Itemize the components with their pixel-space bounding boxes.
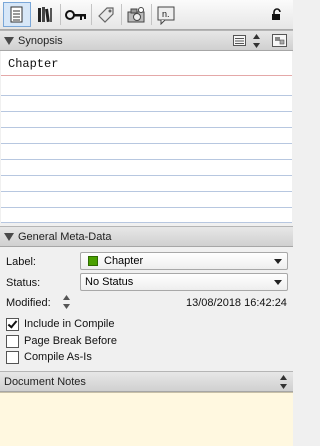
status-select[interactable]: No Status — [80, 273, 288, 291]
chevron-down-icon — [274, 259, 282, 264]
synopsis-header[interactable]: Synopsis — [0, 30, 293, 51]
label-caption: Label: — [6, 256, 36, 268]
custom-metadata-tab-button[interactable] — [92, 2, 120, 27]
comment-note-icon: n. — [157, 6, 175, 25]
card-margin-line — [1, 75, 292, 76]
include-in-compile-label[interactable]: Include in Compile — [24, 318, 115, 330]
status-caption: Status: — [6, 277, 41, 289]
document-notes-header[interactable]: Document Notes — [0, 371, 293, 392]
lock-button[interactable] — [263, 2, 291, 27]
synopsis-card[interactable]: Chapter — [1, 51, 292, 223]
page-break-before-label[interactable]: Page Break Before — [24, 335, 117, 347]
page-break-before-checkbox[interactable] — [6, 335, 19, 348]
status-select-value: No Status — [85, 276, 134, 288]
card-view-icon[interactable] — [233, 35, 246, 46]
lock-icon — [272, 7, 281, 20]
metadata-title: General Meta-Data — [18, 231, 112, 243]
comments-tab-button[interactable]: n. — [152, 2, 180, 27]
snapshots-tab-button[interactable] — [122, 2, 150, 27]
synopsis-card-text[interactable]: Chapter — [8, 57, 58, 71]
keywords-tab-button[interactable] — [62, 2, 90, 27]
label-select-value: Chapter — [104, 255, 144, 267]
books-icon — [38, 6, 52, 22]
collapse-triangle-icon[interactable] — [4, 37, 14, 45]
image-view-icon[interactable] — [272, 34, 287, 47]
checkmark-icon — [7, 318, 18, 329]
svg-text:n.: n. — [162, 9, 170, 19]
inspector-toolbar: n. — [0, 0, 293, 30]
index-card-icon — [10, 6, 23, 22]
synopsis-tab-button[interactable] — [3, 2, 31, 27]
key-icon — [65, 9, 86, 20]
chevron-down-icon — [274, 280, 282, 285]
document-notes-editor[interactable] — [0, 392, 293, 446]
label-color-swatch — [88, 256, 98, 266]
modified-caption: Modified: — [6, 297, 51, 309]
tag-icon — [98, 6, 114, 23]
collapse-triangle-icon[interactable] — [4, 233, 14, 241]
compile-as-is-label[interactable]: Compile As-Is — [24, 351, 92, 363]
compile-as-is-checkbox[interactable] — [6, 351, 19, 364]
up-down-arrows-icon[interactable] — [252, 33, 261, 49]
references-tab-button[interactable] — [31, 2, 59, 27]
include-in-compile-checkbox[interactable] — [6, 318, 19, 331]
label-select[interactable]: Chapter — [80, 252, 288, 270]
metadata-header[interactable]: General Meta-Data — [0, 226, 293, 247]
up-down-arrows-icon[interactable] — [279, 374, 288, 390]
modified-toggle-arrows-icon[interactable] — [62, 294, 71, 310]
snapshot-camera-icon — [127, 6, 145, 22]
document-notes-title: Document Notes — [4, 376, 86, 388]
modified-date: 13/08/2018 16:42:24 — [186, 297, 287, 309]
synopsis-title: Synopsis — [18, 35, 63, 47]
